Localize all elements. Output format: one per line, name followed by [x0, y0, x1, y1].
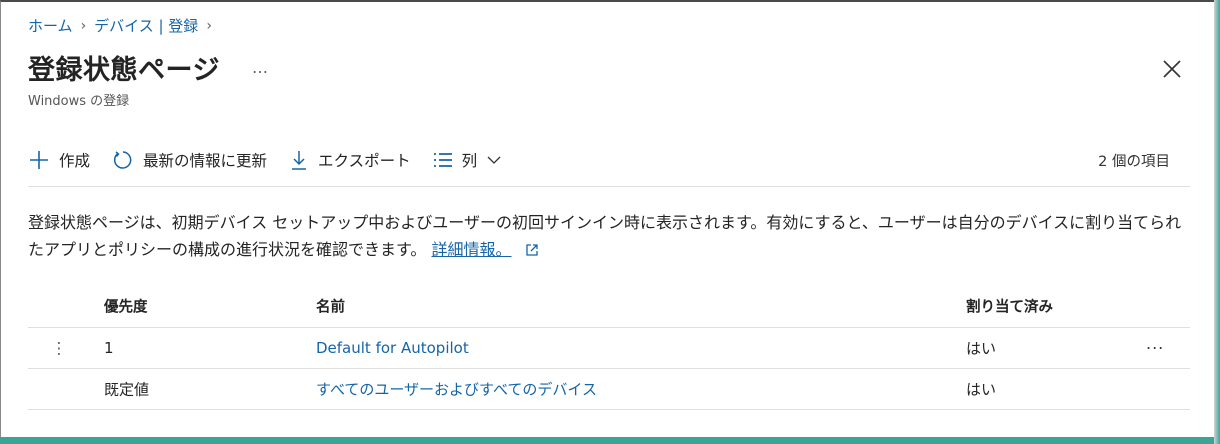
close-icon[interactable] [1161, 58, 1183, 80]
row-assigned: はい [966, 339, 997, 358]
create-label: 作成 [59, 152, 91, 170]
refresh-icon [113, 151, 132, 169]
row-priority: 既定値 [104, 380, 150, 399]
row-priority: 1 [104, 339, 114, 357]
toolbar-divider [28, 186, 1190, 187]
description: 登録状態ページは、初期デバイス セットアップ中およびユーザーの初回サインイン時に… [28, 209, 1193, 265]
create-button[interactable]: 作成 [28, 149, 90, 171]
chevron-down-icon [487, 156, 501, 164]
refresh-button[interactable]: 最新の情報に更新 [112, 149, 267, 171]
breadcrumb-home[interactable]: ホーム [28, 15, 73, 36]
chevron-right-icon: › [206, 17, 212, 34]
page-title: 登録状態ページ [28, 55, 220, 86]
item-count: 2 個の項目 [1098, 154, 1170, 170]
window-frame: ホーム › デバイス | 登録 › 登録状態ページ … Windows の登録 … [0, 0, 1220, 444]
toolbar: 作成 最新の情報に更新 エクスポート 列 2 個の項目 [28, 146, 1190, 174]
row-name-link[interactable]: すべてのユーザーおよびすべてのデバイス [316, 379, 597, 400]
refresh-label: 最新の情報に更新 [143, 152, 268, 170]
column-header-name[interactable]: 名前 [316, 296, 345, 317]
breadcrumb-devices-enrollment[interactable]: デバイス | 登録 [94, 15, 198, 36]
content-panel: ホーム › デバイス | 登録 › 登録状態ページ … Windows の登録 … [0, 0, 1214, 437]
page-subtitle: Windows の登録 [28, 94, 130, 109]
table-row[interactable]: ⋮ 1 Default for Autopilot はい ··· [28, 328, 1190, 369]
row-assigned: はい [966, 380, 997, 399]
export-label: エクスポート [318, 152, 411, 170]
download-icon [292, 151, 307, 170]
list-columns-icon [433, 153, 452, 167]
chevron-right-icon: › [80, 17, 87, 34]
row-name-link[interactable]: Default for Autopilot [316, 339, 469, 357]
column-header-assigned[interactable]: 割り当て済み [966, 296, 1053, 317]
profiles-table: 優先度 名前 割り当て済み ⋮ 1 Default for Autopilot … [28, 285, 1190, 410]
learn-more-link[interactable]: 詳細情報。 [432, 240, 512, 259]
columns-label: 列 [461, 152, 478, 170]
external-link-icon[interactable] [525, 238, 539, 265]
columns-button[interactable]: 列 [433, 149, 502, 171]
breadcrumb: ホーム › デバイス | 登録 › [28, 15, 220, 36]
more-options-icon[interactable]: … [252, 58, 269, 77]
drag-handle-icon[interactable]: ⋮ [51, 339, 67, 358]
description-text: 登録状態ページは、初期デバイス セットアップ中およびユーザーの初回サインイン時に… [28, 213, 1182, 259]
table-row[interactable]: 既定値 すべてのユーザーおよびすべてのデバイス はい [28, 369, 1190, 410]
table-header: 優先度 名前 割り当て済み [28, 285, 1190, 328]
panel-edge [1214, 0, 1220, 444]
plus-icon [30, 151, 48, 169]
export-button[interactable]: エクスポート [289, 149, 411, 171]
row-more-actions-icon[interactable]: ··· [1146, 339, 1164, 358]
column-header-priority[interactable]: 優先度 [104, 296, 148, 317]
